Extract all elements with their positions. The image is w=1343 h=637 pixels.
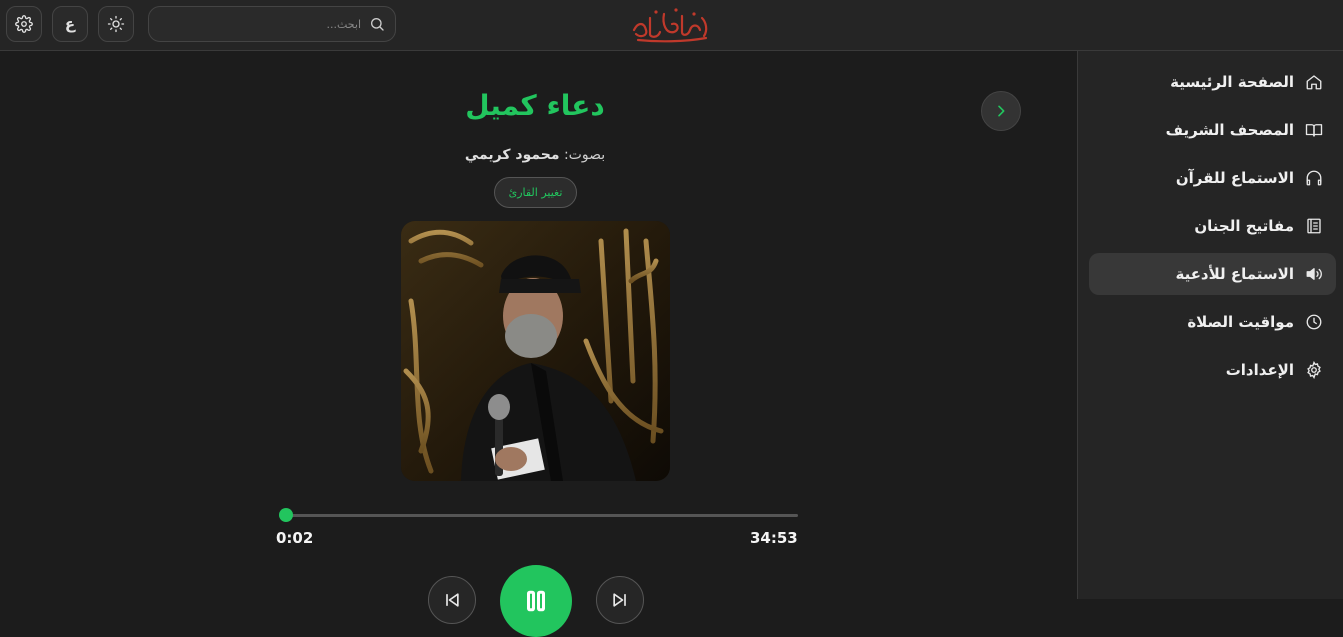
- sidebar-item-label: الاستماع للقرآن: [1175, 169, 1294, 187]
- gear-icon: [1304, 360, 1324, 380]
- sidebar-item-label: الصفحة الرئيسية: [1170, 73, 1294, 91]
- sidebar-item-quran[interactable]: المصحف الشريف: [1089, 109, 1336, 151]
- sidebar-item-label: الإعدادات: [1225, 361, 1294, 379]
- reciter-prefix: بصوت:: [563, 147, 606, 163]
- pause-button[interactable]: [500, 565, 572, 637]
- progress-thumb[interactable]: [278, 508, 293, 522]
- pause-icon: [527, 590, 545, 612]
- chevron-right-icon: [998, 105, 1005, 117]
- book-icon: [1304, 120, 1324, 140]
- back-button[interactable]: [981, 91, 1021, 131]
- sidebar-item-label: المصحف الشريف: [1165, 121, 1294, 139]
- search-box: [148, 6, 396, 42]
- language-button[interactable]: ع: [52, 6, 88, 42]
- sidebar-item-home[interactable]: الصفحة الرئيسية: [1089, 61, 1336, 103]
- next-button[interactable]: [596, 576, 644, 624]
- document-icon: [1304, 216, 1324, 236]
- headphones-icon: [1304, 168, 1324, 188]
- reciter-cover-image: [401, 221, 670, 481]
- previous-button[interactable]: [428, 576, 476, 624]
- settings-button[interactable]: [6, 6, 42, 42]
- sidebar-item-label: مواقيت الصلاة: [1187, 313, 1294, 331]
- theme-toggle-button[interactable]: [98, 6, 134, 42]
- player-panel: دعاء كميل بصوت: محمود كريمي تغيير القارئ: [0, 51, 1077, 637]
- speaker-icon: [1304, 264, 1324, 284]
- skip-forward-icon: [613, 593, 626, 607]
- sidebar-item-quran-listen[interactable]: الاستماع للقرآن: [1089, 157, 1336, 199]
- sun-icon: [107, 15, 125, 33]
- search-input[interactable]: [171, 17, 361, 31]
- sidebar-item-mafatih[interactable]: مفاتيح الجنان: [1089, 205, 1336, 247]
- sidebar-item-label: الاستماع للأدعية: [1175, 265, 1294, 283]
- dua-title: دعاء كميل: [465, 89, 605, 122]
- reciter-name: محمود كريمي: [464, 147, 560, 163]
- search-icon: [371, 18, 384, 31]
- sidebar-item-settings[interactable]: الإعدادات: [1089, 349, 1336, 391]
- sidebar-item-duas-listen[interactable]: الاستماع للأدعية: [1089, 253, 1336, 295]
- top-bar: ع: [0, 0, 1343, 51]
- current-time: 0:02: [276, 529, 314, 547]
- sidebar-item-prayer-times[interactable]: مواقيت الصلاة: [1089, 301, 1336, 343]
- home-icon: [1304, 72, 1324, 92]
- change-reciter-button[interactable]: تغيير القارئ: [494, 177, 577, 208]
- clock-icon: [1304, 312, 1324, 332]
- reciter-line: بصوت: محمود كريمي: [385, 147, 685, 163]
- gear-icon: [15, 15, 33, 33]
- progress-track[interactable]: [284, 514, 798, 517]
- sidebar: الصفحة الرئيسية المصحف الشريف الاستماع ل…: [1077, 51, 1343, 599]
- language-label: ع: [64, 15, 76, 33]
- sidebar-item-label: مفاتيح الجنان: [1194, 217, 1294, 235]
- skip-back-icon: [446, 593, 459, 607]
- duration: 34:53: [750, 529, 798, 547]
- logo: [632, 8, 708, 43]
